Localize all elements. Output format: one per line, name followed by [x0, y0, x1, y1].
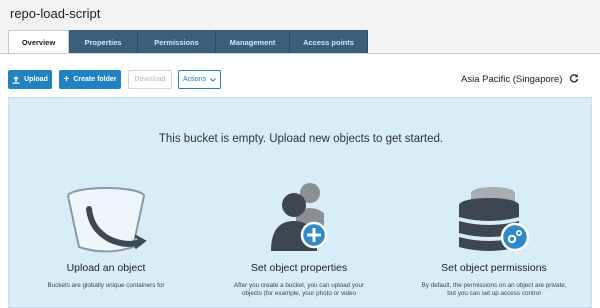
user-plus-icon: [271, 183, 328, 251]
upload-arrow-icon: [12, 75, 20, 84]
download-button-label: Download: [134, 76, 166, 83]
empty-bucket-message: This bucket is empty. Upload new objects…: [158, 133, 444, 145]
set-properties-card: Set object properties After you create a…: [224, 183, 374, 307]
bucket-icon: [67, 187, 147, 253]
chevron-down-icon: [210, 77, 216, 82]
upload-object-description: Buckets are globally unique containers f…: [47, 282, 165, 289]
empty-bucket-panel: This bucket is empty. Upload new objects…: [8, 97, 592, 308]
set-properties-description: After you create a bucket, you can uploa…: [233, 282, 365, 297]
tab-management[interactable]: Management: [216, 30, 290, 54]
upload-object-card: Upload an object Buckets are globally un…: [31, 183, 181, 307]
tab-permissions[interactable]: Permissions: [138, 30, 216, 54]
s3-bucket-page: repo-load-script Overview Properties Per…: [0, 0, 600, 308]
actions-dropdown-label: Actions: [183, 76, 206, 83]
toolbar: Upload + Create folder Download Actions …: [0, 66, 600, 94]
upload-button[interactable]: Upload: [8, 70, 52, 89]
database-gear-icon: [459, 187, 530, 252]
create-folder-button[interactable]: + Create folder: [59, 70, 121, 89]
tab-bar: Overview Properties Permissions Manageme…: [8, 30, 368, 54]
actions-dropdown[interactable]: Actions: [178, 70, 221, 89]
refresh-icon[interactable]: [569, 73, 579, 86]
download-button[interactable]: Download: [128, 70, 172, 89]
create-folder-button-label: Create folder: [73, 76, 117, 83]
set-permissions-description: By default, the permissions on an object…: [421, 282, 567, 297]
upload-button-label: Upload: [24, 76, 48, 83]
tab-access-points[interactable]: Access points: [290, 30, 368, 54]
page-header: repo-load-script Overview Properties Per…: [0, 0, 600, 54]
plus-icon: +: [63, 73, 70, 85]
set-properties-title: Set object properties: [250, 262, 348, 274]
tab-properties[interactable]: Properties: [69, 30, 138, 54]
bucket-title: repo-load-script: [10, 6, 101, 21]
upload-object-title: Upload an object: [66, 262, 146, 274]
region-label: Asia Pacific (Singapore): [461, 74, 563, 85]
tab-overview[interactable]: Overview: [8, 30, 69, 54]
set-permissions-card: Set object permissions By default, the p…: [419, 183, 569, 307]
set-permissions-title: Set object permissions: [441, 262, 547, 274]
tabs-divider: [0, 53, 600, 54]
